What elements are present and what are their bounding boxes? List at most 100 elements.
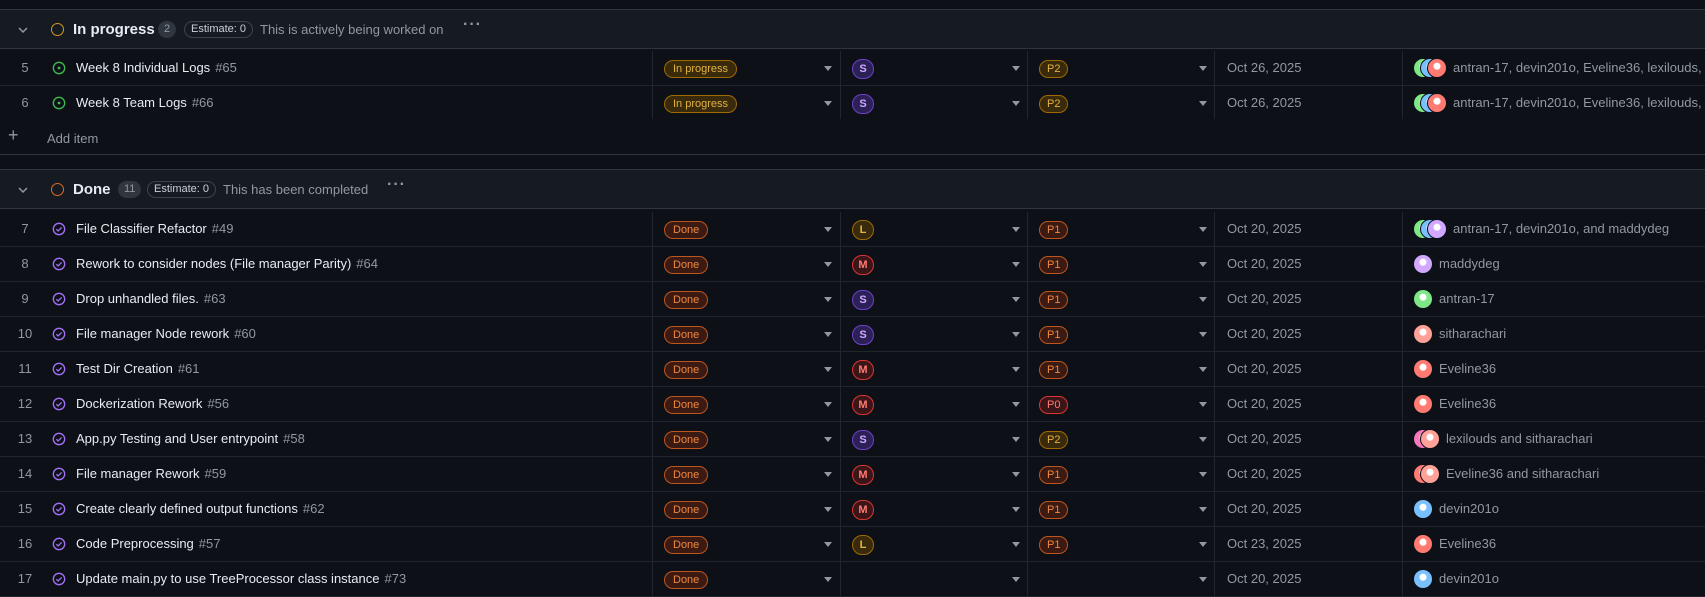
- chevron-down-icon[interactable]: [1012, 437, 1020, 442]
- issue-title[interactable]: Week 8 Individual Logs: [76, 60, 210, 75]
- more-options-icon[interactable]: ···: [463, 16, 482, 34]
- chevron-down-icon[interactable]: [1199, 101, 1207, 106]
- avatar[interactable]: [1413, 499, 1433, 519]
- avatar[interactable]: [1413, 569, 1433, 589]
- issue-title[interactable]: Create clearly defined output functions: [76, 501, 298, 516]
- assignees-text[interactable]: Eveline36: [1439, 396, 1496, 411]
- chevron-down-icon[interactable]: [1012, 367, 1020, 372]
- status-badge[interactable]: Done: [664, 256, 709, 274]
- chevron-down-icon[interactable]: [1199, 66, 1207, 71]
- issue-title-cell[interactable]: Test Dir Creation #61: [76, 361, 200, 376]
- date-cell[interactable]: Oct 26, 2025: [1227, 60, 1301, 75]
- assignees-text[interactable]: Eveline36: [1439, 361, 1496, 376]
- chevron-down-icon[interactable]: [15, 182, 31, 198]
- issue-title[interactable]: App.py Testing and User entrypoint: [76, 431, 278, 446]
- table-row[interactable]: 15 Create clearly defined output function…: [0, 492, 1705, 527]
- plus-icon[interactable]: +: [8, 125, 19, 146]
- issue-title[interactable]: Rework to consider nodes (File manager P…: [76, 256, 351, 271]
- chevron-down-icon[interactable]: [1199, 507, 1207, 512]
- date-cell[interactable]: Oct 20, 2025: [1227, 291, 1301, 306]
- size-badge[interactable]: M: [852, 255, 874, 275]
- size-badge[interactable]: S: [852, 290, 874, 310]
- chevron-down-icon[interactable]: [1199, 297, 1207, 302]
- status-badge[interactable]: Done: [664, 571, 709, 589]
- assignees-text[interactable]: devin201o: [1439, 501, 1499, 516]
- date-cell[interactable]: Oct 20, 2025: [1227, 256, 1301, 271]
- chevron-down-icon[interactable]: [824, 262, 832, 267]
- size-badge[interactable]: M: [852, 360, 874, 380]
- more-options-icon[interactable]: ···: [387, 176, 406, 194]
- status-badge[interactable]: Done: [664, 536, 709, 554]
- issue-title-cell[interactable]: Week 8 Individual Logs #65: [76, 60, 237, 75]
- status-badge[interactable]: Done: [664, 221, 709, 239]
- table-row[interactable]: 9 Drop unhandled files. #63 Done S P1 Oct 20, …: [0, 282, 1705, 317]
- table-row[interactable]: 10 File manager Node rework #60 Done S P1 Oct …: [0, 317, 1705, 352]
- chevron-down-icon[interactable]: [824, 437, 832, 442]
- assignees-text[interactable]: Eveline36: [1439, 536, 1496, 551]
- issue-title-cell[interactable]: Week 8 Team Logs #66: [76, 95, 214, 110]
- chevron-down-icon[interactable]: [824, 507, 832, 512]
- assignees-text[interactable]: antran-17, devin201o, Eveline36, lexilou…: [1453, 60, 1705, 75]
- chevron-down-icon[interactable]: [1199, 472, 1207, 477]
- size-badge[interactable]: M: [852, 395, 874, 415]
- status-badge[interactable]: Done: [664, 431, 709, 449]
- date-cell[interactable]: Oct 26, 2025: [1227, 95, 1301, 110]
- chevron-down-icon[interactable]: [824, 402, 832, 407]
- chevron-down-icon[interactable]: [824, 472, 832, 477]
- table-row[interactable]: 11 Test Dir Creation #61 Done M P1 Oct 20, 202…: [0, 352, 1705, 387]
- priority-badge[interactable]: P2: [1039, 431, 1069, 449]
- chevron-down-icon[interactable]: [1012, 332, 1020, 337]
- date-cell[interactable]: Oct 23, 2025: [1227, 536, 1301, 551]
- assignees-text[interactable]: sitharachari: [1439, 326, 1506, 341]
- add-item-row[interactable]: + Add item: [0, 119, 1705, 155]
- priority-badge[interactable]: P1: [1039, 326, 1069, 344]
- chevron-down-icon[interactable]: [824, 227, 832, 232]
- assignees-text[interactable]: lexilouds and sitharachari: [1446, 431, 1593, 446]
- chevron-down-icon[interactable]: [824, 367, 832, 372]
- table-row[interactable]: 6 Week 8 Team Logs #66 In progress S P2 Oct 26…: [0, 86, 1705, 121]
- priority-badge[interactable]: P1: [1039, 361, 1069, 379]
- chevron-down-icon[interactable]: [824, 577, 832, 582]
- date-cell[interactable]: Oct 20, 2025: [1227, 501, 1301, 516]
- issue-title[interactable]: Code Preprocessing: [76, 536, 194, 551]
- priority-badge[interactable]: P1: [1039, 536, 1069, 554]
- assignees-text[interactable]: antran-17, devin201o, and maddydeg: [1453, 221, 1669, 236]
- size-badge[interactable]: M: [852, 465, 874, 485]
- issue-title-cell[interactable]: App.py Testing and User entrypoint #58: [76, 431, 305, 446]
- chevron-down-icon[interactable]: [824, 332, 832, 337]
- date-cell[interactable]: Oct 20, 2025: [1227, 466, 1301, 481]
- chevron-down-icon[interactable]: [1012, 262, 1020, 267]
- date-cell[interactable]: Oct 20, 2025: [1227, 571, 1301, 586]
- status-badge[interactable]: Done: [664, 326, 709, 344]
- issue-title-cell[interactable]: Rework to consider nodes (File manager P…: [76, 256, 378, 271]
- table-row[interactable]: 7 File Classifier Refactor #49 Done L P1 Oct 2…: [0, 212, 1705, 247]
- issue-title[interactable]: Drop unhandled files.: [76, 291, 199, 306]
- size-badge[interactable]: L: [852, 220, 874, 240]
- table-row[interactable]: 14 File manager Rework #59 Done M P1 Oct 20, 2…: [0, 457, 1705, 492]
- issue-title[interactable]: Test Dir Creation: [76, 361, 173, 376]
- date-cell[interactable]: Oct 20, 2025: [1227, 431, 1301, 446]
- chevron-down-icon[interactable]: [1012, 542, 1020, 547]
- issue-title-cell[interactable]: Code Preprocessing #57: [76, 536, 221, 551]
- chevron-down-icon[interactable]: [1199, 367, 1207, 372]
- chevron-down-icon[interactable]: [1012, 507, 1020, 512]
- avatar[interactable]: [1420, 429, 1440, 449]
- avatar[interactable]: [1413, 254, 1433, 274]
- avatar[interactable]: [1413, 324, 1433, 344]
- table-row[interactable]: 17 Update main.py to use TreeProcessor cl…: [0, 562, 1705, 597]
- assignees-text[interactable]: maddydeg: [1439, 256, 1500, 271]
- priority-badge[interactable]: P1: [1039, 221, 1069, 239]
- add-item-label[interactable]: Add item: [47, 131, 98, 146]
- status-badge[interactable]: Done: [664, 466, 709, 484]
- chevron-down-icon[interactable]: [1199, 402, 1207, 407]
- chevron-down-icon[interactable]: [1199, 437, 1207, 442]
- priority-badge[interactable]: P1: [1039, 501, 1069, 519]
- size-badge[interactable]: S: [852, 59, 874, 79]
- table-row[interactable]: 16 Code Preprocessing #57 Done L P1 Oct 23, 20…: [0, 527, 1705, 562]
- priority-badge[interactable]: P0: [1039, 396, 1069, 414]
- chevron-down-icon[interactable]: [1199, 227, 1207, 232]
- chevron-down-icon[interactable]: [1012, 66, 1020, 71]
- assignees-text[interactable]: Eveline36 and sitharachari: [1446, 466, 1599, 481]
- size-badge[interactable]: S: [852, 430, 874, 450]
- issue-title[interactable]: File manager Rework: [76, 466, 200, 481]
